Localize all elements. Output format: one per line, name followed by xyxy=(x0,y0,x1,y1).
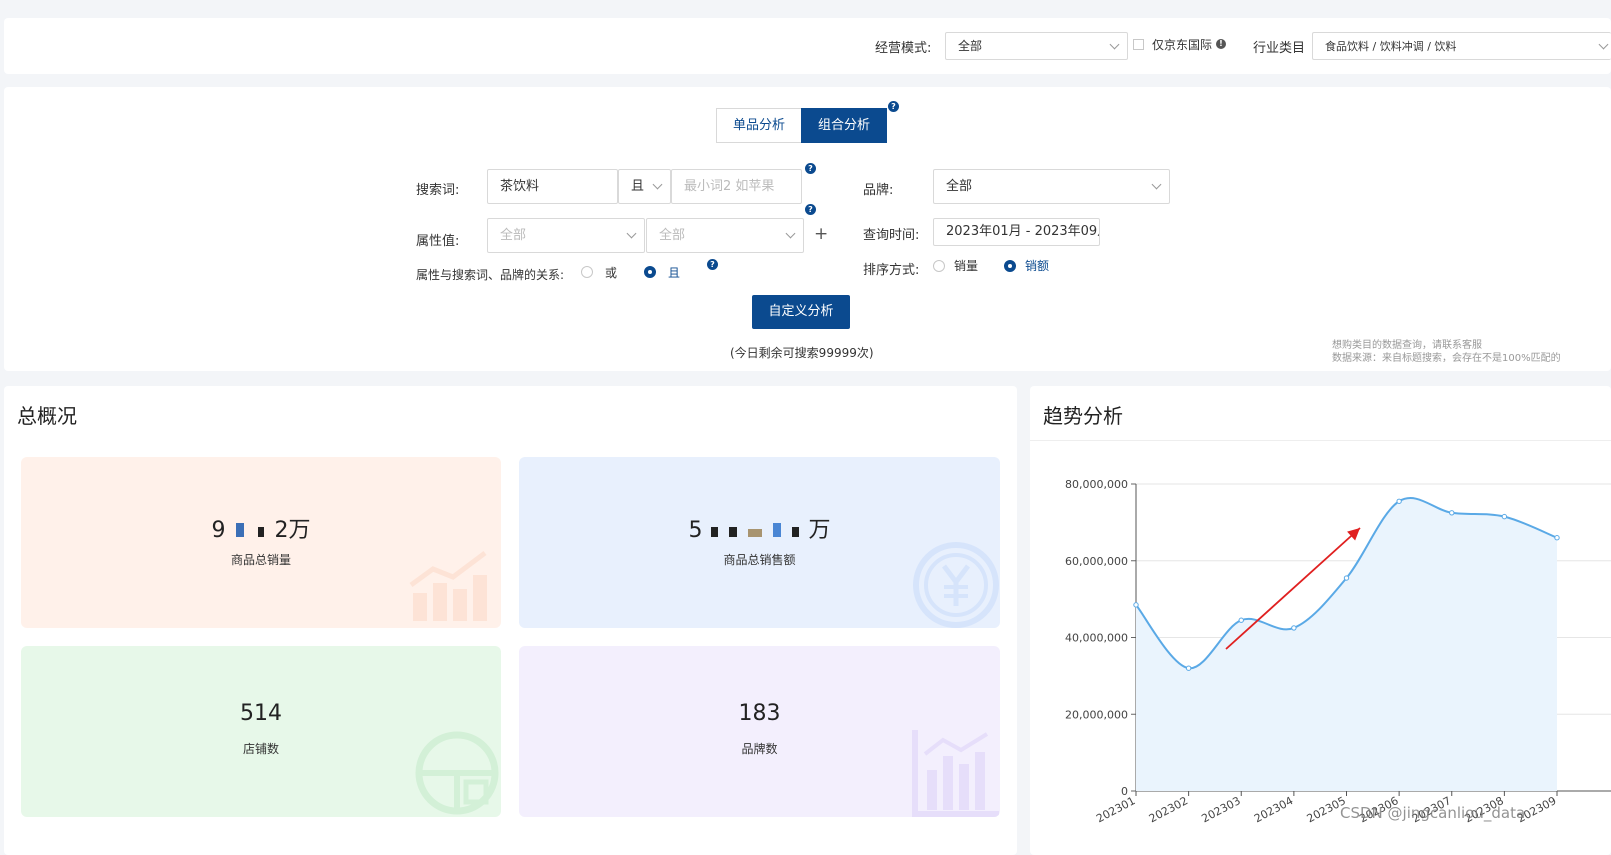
brand-count-card: 183 品牌数 xyxy=(519,646,1000,817)
time-range-picker[interactable]: 2023年01月 - 2023年09月 xyxy=(933,218,1100,246)
help-icon[interactable]: ? xyxy=(888,101,899,112)
mode-label: 经营模式: xyxy=(875,41,932,56)
industry-select-value: 食品饮料 / 饮料冲调 / 饮料 xyxy=(1325,40,1457,53)
data-point xyxy=(1238,617,1244,623)
sort-label: 排序方式: xyxy=(863,263,920,278)
industry-select[interactable]: 食品饮料 / 饮料冲调 / 饮料 xyxy=(1312,32,1611,60)
time-label: 查询时间: xyxy=(863,228,920,243)
y-tick-label: 60,000,000 xyxy=(1065,555,1128,568)
chevron-down-icon xyxy=(1598,39,1609,50)
x-tick-label: 202301 xyxy=(1094,794,1137,825)
data-point xyxy=(1185,665,1192,671)
y-tick-label: 80,000,000 xyxy=(1065,478,1128,491)
chevron-down-icon xyxy=(785,228,796,239)
jd-intl-label: 仅京东国际 xyxy=(1152,38,1213,52)
data-point xyxy=(1133,602,1139,608)
logic-select[interactable]: 且 xyxy=(618,169,671,204)
relation-and-label: 且 xyxy=(668,266,681,280)
x-tick-label: 202302 xyxy=(1147,794,1190,825)
total-volume-value-head: 9 xyxy=(211,518,226,543)
relation-or-radio[interactable] xyxy=(581,266,593,278)
attr-label: 属性值: xyxy=(416,234,460,249)
help-icon[interactable]: ? xyxy=(805,204,816,215)
info-icon[interactable]: ! xyxy=(1216,39,1226,49)
total-sales-value: 5 万 xyxy=(519,512,1000,544)
sort-volume-radio[interactable] xyxy=(933,260,945,272)
data-point xyxy=(1449,510,1455,516)
sort-amount-radio[interactable] xyxy=(1004,260,1016,272)
relation-and-radio[interactable] xyxy=(644,266,656,278)
data-point xyxy=(1343,575,1350,581)
y-tick-label: 40,000,000 xyxy=(1065,632,1128,645)
query-panel: 单品分析 组合分析 ? 搜索词: 茶饮料 且 最小词2 如苹果 ? 品牌: 全部… xyxy=(4,87,1611,371)
chevron-down-icon xyxy=(626,228,637,239)
attr-select-1[interactable]: 全部 xyxy=(487,218,645,253)
note-line-2: 数据来源：来自标题搜索，会存在不是100%匹配的 xyxy=(1332,353,1561,364)
tab-combo-analysis[interactable]: 组合分析 xyxy=(801,108,887,143)
brand-label: 品牌: xyxy=(863,183,894,198)
series-area xyxy=(1136,498,1557,791)
brand-value: 全部 xyxy=(946,179,973,194)
search-label: 搜索词: xyxy=(416,183,460,198)
data-point xyxy=(1396,498,1402,504)
logic-value: 且 xyxy=(631,179,645,194)
jd-intl-checkbox[interactable] xyxy=(1133,39,1144,50)
help-icon[interactable]: ? xyxy=(707,259,718,270)
industry-label: 行业类目 xyxy=(1253,41,1306,56)
total-volume-value-tail: 2万 xyxy=(274,518,311,543)
total-sales-value-head: 5 xyxy=(688,518,703,543)
total-sales-value-tail: 万 xyxy=(808,518,831,543)
brand-count-label: 品牌数 xyxy=(741,742,778,756)
total-sales-label: 商品总销售额 xyxy=(723,553,796,567)
x-tick-label: 202303 xyxy=(1199,794,1242,825)
y-tick-label: 20,000,000 xyxy=(1065,708,1128,721)
store-count-value: 514 xyxy=(240,701,282,726)
data-point xyxy=(1501,513,1508,520)
total-volume-label: 商品总销量 xyxy=(230,553,291,567)
brand-select[interactable]: 全部 xyxy=(933,169,1170,204)
min-word-input[interactable]: 最小词2 如苹果 xyxy=(671,169,802,204)
trend-title: 趋势分析 xyxy=(1043,404,1123,428)
help-icon[interactable]: ? xyxy=(805,163,816,174)
data-point xyxy=(1554,535,1560,541)
brand-count-value: 183 xyxy=(738,701,781,726)
filter-bar: 经营模式: 全部 仅京东国际 ! 行业类目 食品饮料 / 饮料冲调 / 饮料 xyxy=(4,18,1611,74)
total-sales-card: 5 万 商品总销售额 xyxy=(519,457,1000,628)
store-count-card: 514 店铺数 xyxy=(21,646,501,817)
chevron-down-icon xyxy=(1109,39,1120,50)
chevron-down-icon xyxy=(652,179,663,190)
attr1-value: 全部 xyxy=(500,228,527,243)
add-attr-button[interactable]: + xyxy=(814,224,828,244)
mode-select[interactable]: 全部 xyxy=(945,32,1128,60)
chevron-down-icon xyxy=(1151,179,1162,190)
tab-single-analysis[interactable]: 单品分析 xyxy=(716,108,802,143)
x-tick-label: 202304 xyxy=(1252,794,1295,825)
attr-select-2[interactable]: 全部 xyxy=(646,218,804,253)
custom-analysis-button[interactable]: 自定义分析 xyxy=(752,295,850,329)
search-input[interactable]: 茶饮料 xyxy=(487,169,618,204)
relation-or-label: 或 xyxy=(605,266,618,280)
attr2-value: 全部 xyxy=(659,228,686,243)
overview-panel: 总概况 9 2万 商品总销量 5 万 商品总销售额 514 店铺数 183 品牌… xyxy=(4,386,1017,855)
remaining-searches-text: (今日剩余可搜索99999次) xyxy=(730,346,874,360)
overview-title: 总概况 xyxy=(17,404,77,428)
store-count-label: 店铺数 xyxy=(242,742,279,756)
data-point xyxy=(1291,625,1297,631)
watermark: CSDN @jingcanliou_data xyxy=(1340,804,1526,822)
relation-label: 属性与搜索词、品牌的关系: xyxy=(416,268,565,282)
total-volume-card: 9 2万 商品总销量 xyxy=(21,457,501,628)
sort-amount-label: 销额 xyxy=(1025,259,1050,273)
total-volume-value: 9 2万 xyxy=(21,512,501,544)
trend-panel: 趋势分析 0 20,000,000 40,000,000 60,000,000 80,0… xyxy=(1030,386,1611,855)
trend-chart: 020,000,00040,000,00060,000,00080,000,00… xyxy=(1065,478,1611,825)
mode-select-value: 全部 xyxy=(958,39,983,53)
sort-volume-label: 销量 xyxy=(954,259,979,273)
